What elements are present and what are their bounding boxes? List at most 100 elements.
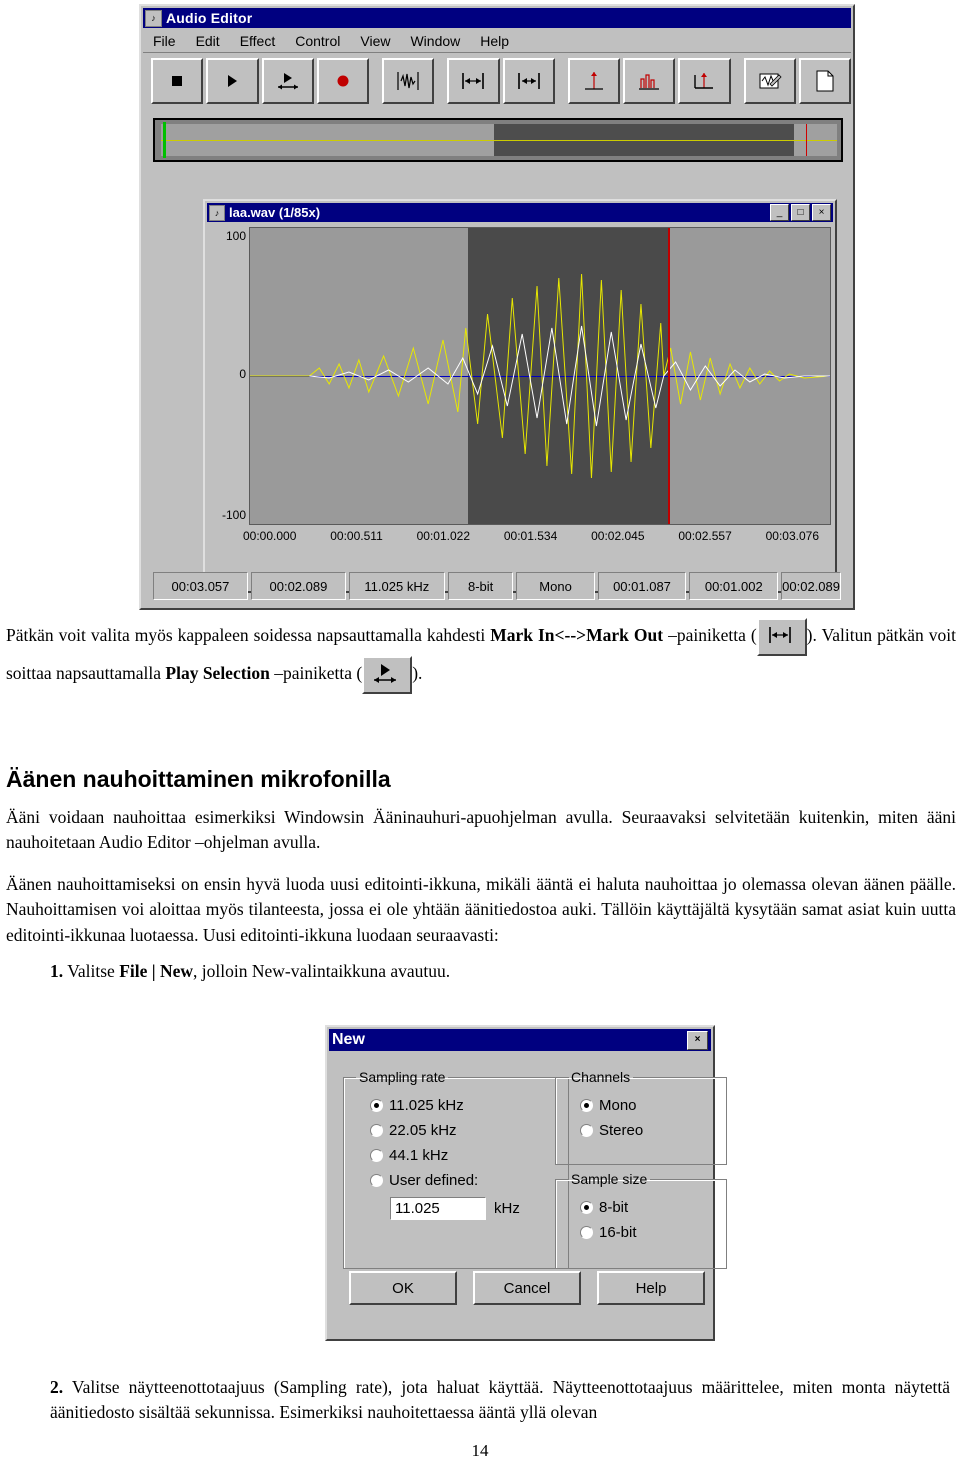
step-2-text: Valitse näytteenottotaajuus (Sampling ra… [50,1377,951,1423]
stop-button[interactable] [151,58,204,104]
step-1-text-c: , jolloin New-valintaikkuna avautuu. [193,961,451,981]
radio-2205[interactable] [370,1123,383,1137]
y-label-100: 100 [225,229,246,243]
label-11025: 11.025 kHz [389,1096,464,1114]
document-page: ♪ Audio Editor File Edit Effect Control … [0,0,960,1478]
overview-canvas[interactable] [161,124,837,156]
radio-11025[interactable] [370,1098,383,1112]
menu-control[interactable]: Control [285,32,350,50]
audio-editor-window: ♪ Audio Editor File Edit Effect Control … [139,4,855,610]
mark-in-out-inline-icon [756,618,807,656]
label-16bit: 16-bit [599,1223,637,1241]
sampling-rate-legend: Sampling rate [359,1069,446,1085]
record-button[interactable] [316,58,369,104]
sample-size-option-8bit[interactable]: 8-bit [580,1199,710,1216]
status-selection-length: 00:02.089 [781,572,841,600]
step-1-number: 1. [50,961,64,981]
overview-waveline [161,140,837,141]
status-mark-out: 00:01.002 [689,572,779,600]
waveform-canvas[interactable] [249,227,831,525]
sample-size-group: Sample size 8-bit 16-bit [555,1171,727,1269]
ok-button[interactable]: OK [349,1271,457,1305]
close-button[interactable]: × [812,204,831,221]
x-label-6: 00:03.076 [765,529,819,543]
waveform-trace [250,273,830,479]
p1-mark-inout: Mark In<-->Mark Out [490,625,664,646]
paragraph-new-window: Äänen nauhoittamiseksi on ensin hyvä luo… [6,874,956,945]
label-mono: Mono [599,1096,637,1114]
menu-help[interactable]: Help [470,32,519,50]
user-defined-row[interactable]: 11.025 kHz [390,1196,552,1220]
wave-window-title: laa.wav (1/85x) [229,205,321,220]
status-sample-size: 8-bit [447,572,514,600]
step-1-menu-path: File | New [119,961,194,981]
new-button[interactable] [798,58,851,104]
new-dialog: New × Sampling rate 11.025 kHz 22.05 kHz… [325,1025,727,1341]
radio-stereo[interactable] [580,1123,593,1137]
audio-editor-titlebar: ♪ Audio Editor [143,8,851,28]
channels-legend: Channels [571,1069,631,1085]
sampling-rate-group: Sampling rate 11.025 kHz 22.05 kHz 44.1 … [343,1069,569,1269]
list-item-step-1: 1. Valitse File | New, jolloin New-valin… [50,959,850,984]
radio-16bit[interactable] [580,1225,593,1239]
radio-user-defined[interactable] [370,1173,383,1187]
list-item-step-2: 2. Valitse näytteenottotaajuus (Sampling… [50,1375,950,1426]
waveform-view-button[interactable] [382,58,435,104]
menu-window[interactable]: Window [400,32,470,50]
wave-document-icon: ♪ [209,204,225,221]
channels-option-stereo[interactable]: Stereo [580,1122,710,1139]
sample-size-option-16bit[interactable]: 16-bit [580,1224,710,1241]
wave-window-titlebar: ♪ laa.wav (1/85x) _ □ × [207,203,833,222]
menu-file[interactable]: File [143,32,186,50]
radio-mono[interactable] [580,1098,593,1112]
label-2205: 22.05 kHz [389,1121,457,1139]
mark-out-button[interactable] [502,58,555,104]
menu-effect[interactable]: Effect [230,32,286,50]
waveform-overview[interactable] [153,118,843,162]
sampling-rate-option-11025[interactable]: 11.025 kHz [370,1097,552,1114]
sampling-rate-option-user[interactable]: User defined: [370,1172,552,1189]
audio-editor-menubar[interactable]: File Edit Effect Control View Window Hel… [143,30,851,53]
new-dialog-close-button[interactable]: × [687,1030,708,1050]
cancel-button[interactable]: Cancel [473,1271,581,1305]
channels-group: Channels Mono Stereo [555,1069,727,1165]
zoom-selection-button[interactable] [678,58,731,104]
radio-441[interactable] [370,1148,383,1162]
user-defined-input[interactable]: 11.025 [390,1196,486,1220]
label-stereo: Stereo [599,1121,644,1139]
mark-in-button[interactable] [447,58,500,104]
minimize-button[interactable]: _ [770,204,789,221]
new-dialog-buttons: OK Cancel Help [349,1271,705,1305]
wave-document-window: ♪ laa.wav (1/85x) _ □ × 100 0 -100 00:00… [203,199,837,593]
audio-editor-statusbar: 00:03.057 00:02.089 11.025 kHz 8-bit Mon… [153,572,841,600]
radio-8bit[interactable] [580,1200,593,1214]
play-selection-button[interactable] [261,58,314,104]
audio-editor-toolbar [143,57,851,105]
help-button[interactable]: Help [597,1271,705,1305]
maximize-button[interactable]: □ [791,204,810,221]
label-user-defined: User defined: [389,1171,479,1189]
waveform-cursor [668,228,670,524]
page-number: 14 [471,1441,489,1461]
x-label-0: 00:00.000 [243,529,297,543]
label-441: 44.1 kHz [389,1146,449,1164]
play-button[interactable] [206,58,259,104]
sampling-rate-option-441[interactable]: 44.1 kHz [370,1147,552,1164]
zoom-full-button[interactable] [623,58,676,104]
menu-edit[interactable]: Edit [186,32,230,50]
menu-view[interactable]: View [350,32,400,50]
audio-editor-icon: ♪ [145,9,162,27]
wave-window-buttons[interactable]: _ □ × [770,204,831,221]
p1-part-c: –painiketta ( [663,625,757,646]
zoom-in-button[interactable] [567,58,620,104]
edit-button[interactable] [743,58,796,104]
x-label-3: 00:01.534 [503,529,558,543]
status-sample-rate: 11.025 kHz [348,572,445,600]
x-label-5: 00:02.557 [678,529,732,543]
y-label-neg100: -100 [221,508,246,522]
waveform-x-axis: 00:00.000 00:00.511 00:01.022 00:01.534 … [209,529,831,549]
channels-option-mono[interactable]: Mono [580,1097,710,1114]
sampling-rate-option-2205[interactable]: 22.05 kHz [370,1122,552,1139]
p1-part-f: –painiketta ( [269,663,363,684]
audio-editor-title: Audio Editor [166,10,253,26]
